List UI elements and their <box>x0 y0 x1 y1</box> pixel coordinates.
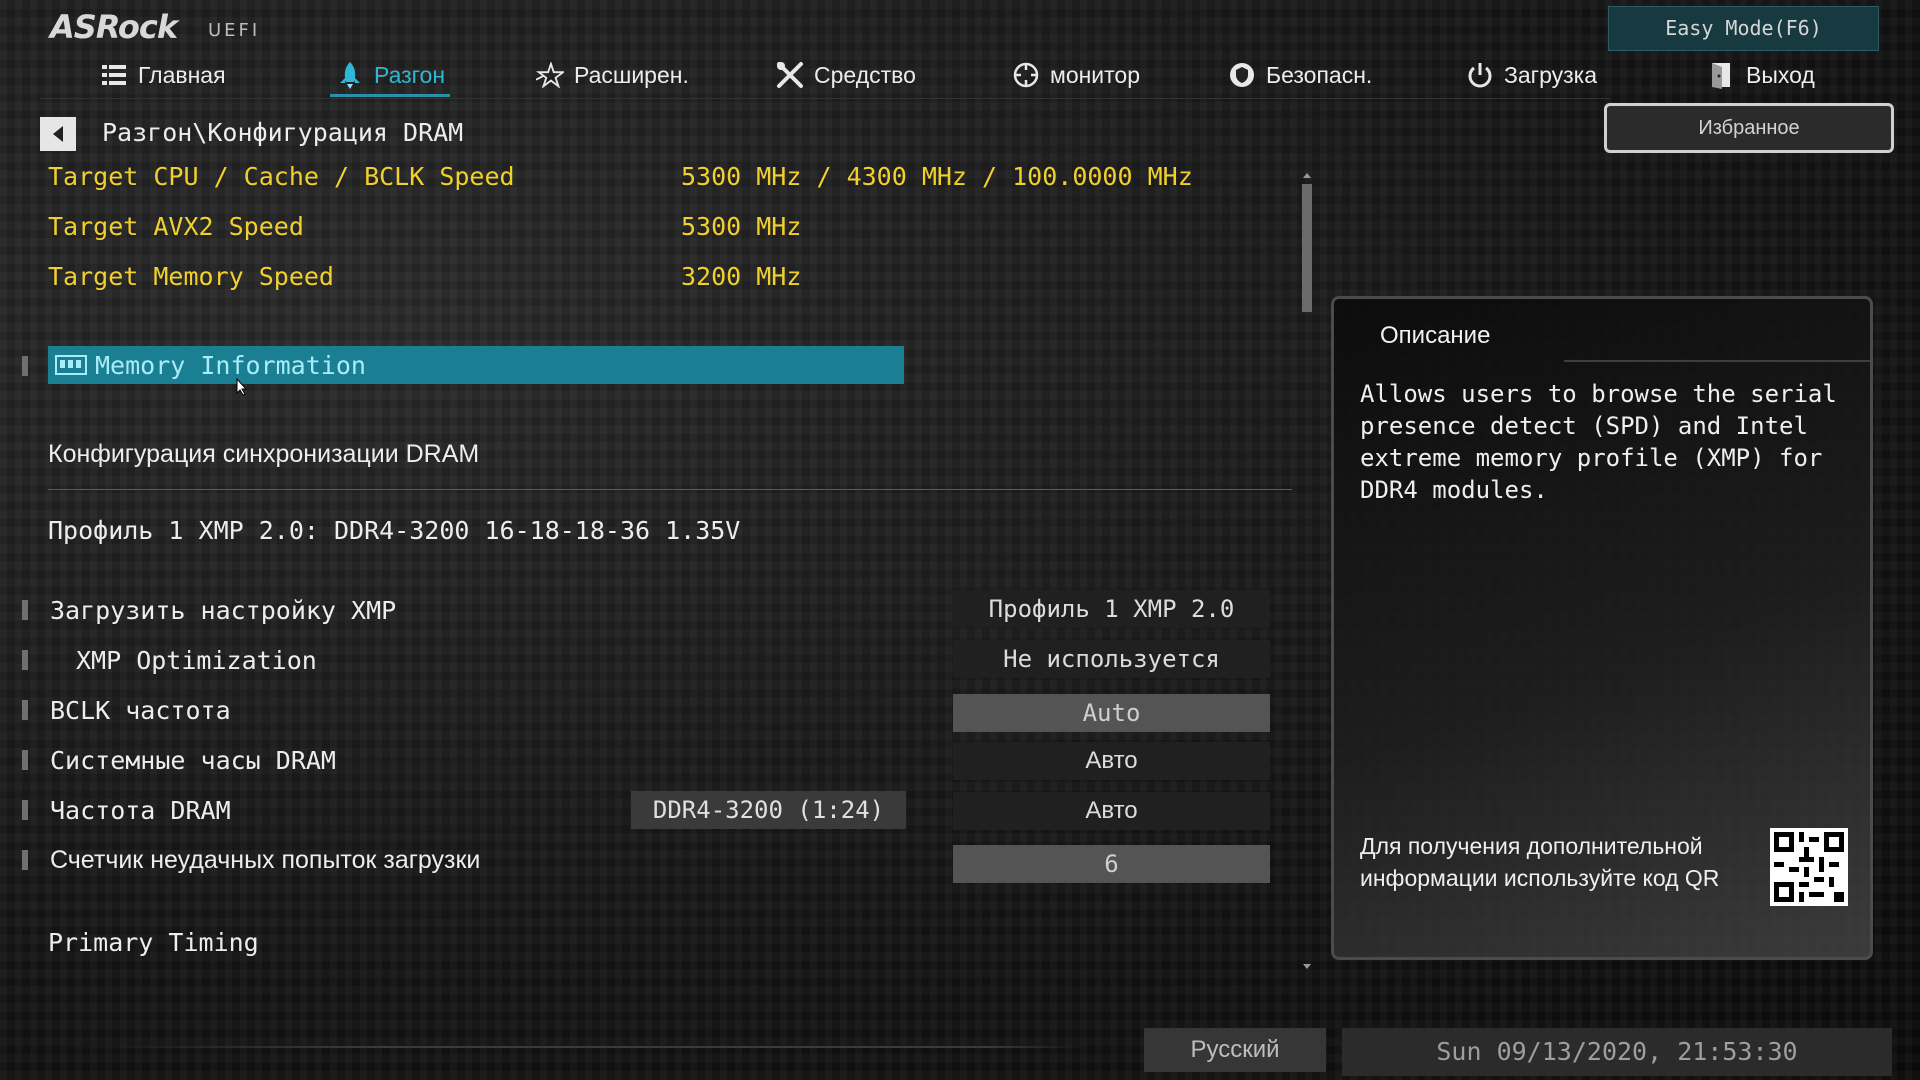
shield-icon <box>1228 61 1256 89</box>
row-marker <box>22 700 28 720</box>
back-button[interactable] <box>40 117 76 151</box>
main-nav: Главная Разгон Расширен. Средство монито… <box>0 52 1900 98</box>
exit-icon <box>1708 61 1736 89</box>
favorites-button[interactable]: Избранное <box>1604 103 1894 153</box>
memory-information-item[interactable]: Memory Information <box>48 346 904 384</box>
row-marker <box>22 650 28 670</box>
description-title-divider <box>1564 360 1870 362</box>
setting-label-dram-frequency: Частота DRAM <box>50 796 231 825</box>
dram-frequency-select[interactable]: Авто <box>953 792 1270 830</box>
tab-main[interactable]: Главная <box>100 52 226 98</box>
monitor-icon <box>1012 61 1040 89</box>
setting-label-dram-ref-clock: Системные часы DRAM <box>50 746 336 775</box>
back-arrow-icon <box>53 126 63 142</box>
asrock-logo: ASRock <box>50 8 178 46</box>
target-avx2-label: Target AVX2 Speed <box>48 212 304 241</box>
primary-timing-label: Primary Timing <box>48 928 259 957</box>
footer-decoration <box>60 1046 1090 1048</box>
tab-label: Выход <box>1746 61 1815 88</box>
uefi-label: UEFI <box>208 20 261 41</box>
row-marker <box>22 800 28 820</box>
breadcrumb: Разгон\Конфигурация DRAM <box>102 118 464 147</box>
boot-failure-count-input[interactable]: 6 <box>953 845 1270 883</box>
bclk-frequency-input[interactable]: Auto <box>953 694 1270 732</box>
tab-label: монитор <box>1050 61 1141 88</box>
tab-label: Средство <box>814 61 916 88</box>
section-title: Конфигурация синхронизации DRAM <box>48 440 480 468</box>
tab-label: Загрузка <box>1504 61 1598 88</box>
nav-divider <box>40 98 1610 99</box>
tab-tools[interactable]: Средство <box>776 52 916 98</box>
target-memory-value: 3200 MHz <box>681 262 802 291</box>
tab-label: Расширен. <box>574 61 689 88</box>
row-marker <box>22 600 28 620</box>
xmp-optimization-select[interactable]: Не используется <box>953 640 1270 678</box>
qr-code-icon <box>1770 828 1848 906</box>
row-marker <box>22 850 28 870</box>
target-cpu-value: 5300 MHz / 4300 MHz / 100.0000 MHz <box>681 162 1193 191</box>
mouse-cursor-icon <box>236 378 248 396</box>
active-tab-indicator <box>330 94 450 97</box>
scrollbar-thumb[interactable] <box>1302 184 1312 312</box>
tab-boot[interactable]: Загрузка <box>1466 52 1597 98</box>
power-icon <box>1466 61 1494 89</box>
target-cpu-label: Target CPU / Cache / BCLK Speed <box>48 162 515 191</box>
tools-icon <box>776 61 804 89</box>
dram-frequency-readout: DDR4-3200 (1:24) <box>631 791 906 829</box>
list-icon <box>100 61 128 89</box>
tab-security[interactable]: Безопасн. <box>1228 52 1372 98</box>
setting-label-xmp-optimization: XMP Optimization <box>76 646 317 675</box>
setting-label-load-xmp: Загрузить настройку XMP <box>50 596 397 625</box>
rocket-icon <box>336 61 364 89</box>
description-title: Описание <box>1380 322 1491 349</box>
tab-monitor[interactable]: монитор <box>1012 52 1140 98</box>
qr-help-text: Для получения дополнительной информации … <box>1360 833 1720 891</box>
description-text: Allows users to browse the serial presen… <box>1360 380 1837 504</box>
tab-advanced[interactable]: Расширен. <box>536 52 689 98</box>
tab-label: Главная <box>138 61 226 88</box>
load-xmp-select[interactable]: Профиль 1 XMP 2.0 <box>953 590 1270 628</box>
tab-label: Разгон <box>374 61 446 88</box>
row-marker <box>22 356 28 376</box>
target-avx2-value: 5300 MHz <box>681 212 802 241</box>
row-marker <box>22 750 28 770</box>
star-icon <box>536 61 564 89</box>
section-divider <box>48 489 1292 490</box>
setting-label-bclk: BCLK частота <box>50 696 231 725</box>
tab-exit[interactable]: Выход <box>1708 52 1815 98</box>
tab-label: Безопасн. <box>1266 61 1373 88</box>
language-button[interactable]: Русский <box>1144 1028 1326 1072</box>
easy-mode-button[interactable]: Easy Mode(F6) <box>1608 6 1879 51</box>
datetime-display: Sun 09/13/2020, 21:53:30 <box>1342 1028 1892 1076</box>
memory-module-icon <box>55 355 87 375</box>
setting-label-boot-failure-count: Счетчик неудачных попыток загрузки <box>50 846 481 874</box>
tab-overclock[interactable]: Разгон <box>336 52 445 98</box>
xmp-profile-info: Профиль 1 XMP 2.0: DDR4-3200 16-18-18-36… <box>48 516 741 545</box>
scroll-up-icon[interactable] <box>1301 170 1313 180</box>
scroll-down-icon[interactable] <box>1301 962 1313 972</box>
target-memory-label: Target Memory Speed <box>48 262 334 291</box>
dram-ref-clock-select[interactable]: Авто <box>953 742 1270 780</box>
memory-information-label: Memory Information <box>95 350 366 380</box>
